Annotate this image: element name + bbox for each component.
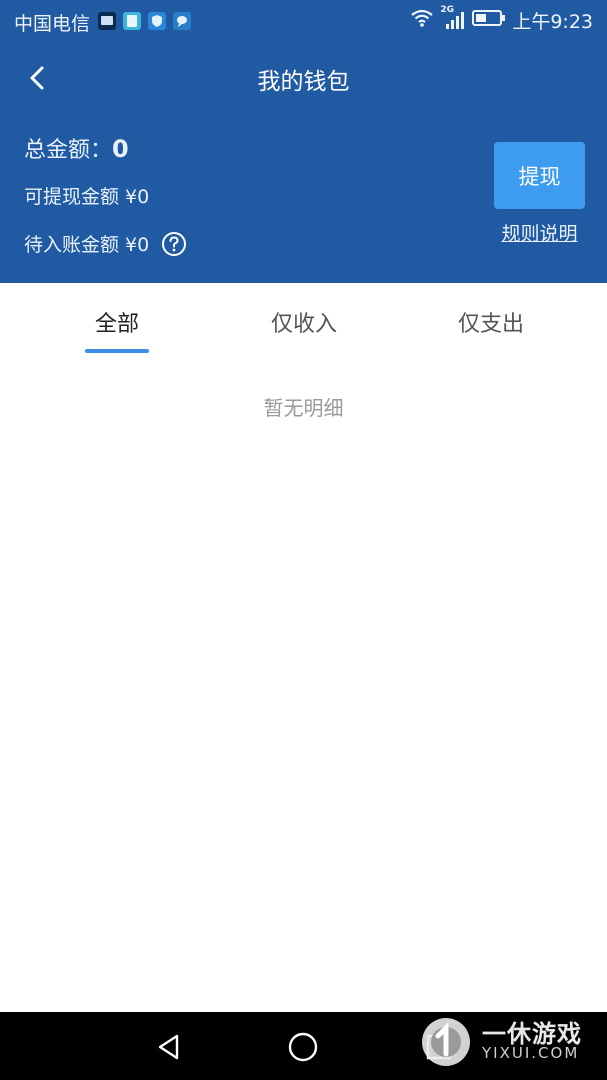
rules-link[interactable]: 规则说明 [494, 219, 585, 246]
transaction-filter-tabs: 全部 仅收入 仅支出 [0, 283, 607, 358]
book-app-icon [123, 12, 141, 30]
watermark: 一休游戏 YIXUI.COM [420, 1010, 607, 1078]
wifi-icon [410, 8, 434, 32]
shield-app-icon [148, 12, 166, 30]
clock: 上午9:23 [512, 10, 593, 33]
withdrawable-amount: 可提现金额 ¥0 [24, 186, 150, 208]
total-amount-value: 0 [112, 135, 129, 163]
page-title: 我的钱包 [257, 69, 350, 95]
app-notification-icon [98, 12, 116, 30]
pending-amount: 待入账金额 ¥0 [24, 230, 187, 257]
tab-all[interactable]: 全部 [85, 306, 149, 338]
tab-expense-only[interactable]: 仅支出 [445, 306, 537, 338]
active-tab-indicator [85, 349, 149, 353]
triangle-back-icon [158, 1034, 179, 1060]
nav-back-button[interactable] [152, 1030, 186, 1064]
circle-home-icon [288, 1032, 318, 1062]
battery-icon [472, 9, 506, 31]
total-amount-label: 总金额： [24, 138, 113, 163]
signal-icon: 2G [440, 5, 466, 31]
withdraw-button[interactable]: 提现 [494, 142, 585, 209]
nav-home-button[interactable] [286, 1030, 320, 1064]
tab-income-only[interactable]: 仅收入 [258, 306, 350, 338]
total-amount: 总金额：0 [24, 132, 129, 164]
watermark-logo-icon [422, 1018, 470, 1066]
wallet-header: 中国电信 2G 上午9:23 我的钱包 总金额：0 可提现金额 ¥0 待入账金额… [0, 0, 607, 283]
chat-app-icon [173, 12, 191, 30]
question-mark-icon[interactable] [161, 231, 187, 257]
empty-state-text: 暂无明细 [263, 396, 344, 420]
watermark-subtext: YIXUI.COM [482, 1044, 580, 1062]
pending-amount-label: 待入账金额 ¥0 [24, 234, 150, 256]
carrier-name: 中国电信 [14, 13, 91, 35]
status-indicators: 2G 上午9:23 [410, 5, 593, 33]
status-bar: 中国电信 2G 上午9:23 [0, 0, 607, 40]
